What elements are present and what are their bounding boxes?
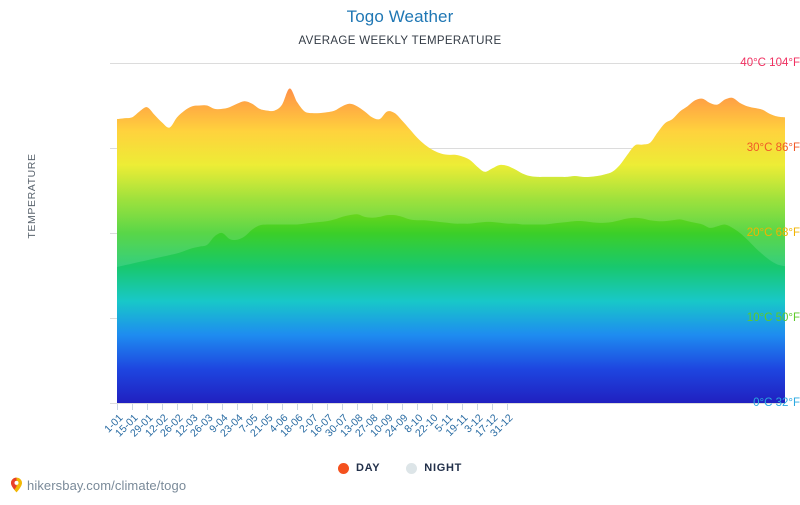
legend-item-night[interactable]: NIGHT xyxy=(406,462,462,474)
footer: hikersbay.com/climate/togo xyxy=(10,477,186,493)
day-marker-icon xyxy=(337,462,349,474)
footer-url: hikersbay.com/climate/togo xyxy=(27,477,187,493)
night-marker-icon xyxy=(406,462,418,474)
y-axis-tick-label: 20°C 68°F xyxy=(746,227,800,239)
map-pin-icon xyxy=(11,477,22,493)
y-axis-tick-label: 40°C 104°F xyxy=(740,57,800,69)
legend-item-day[interactable]: DAY xyxy=(337,462,381,474)
legend-label: NIGHT xyxy=(424,462,463,474)
night-area xyxy=(117,214,785,403)
x-tick-marks xyxy=(117,403,508,410)
legend-label: DAY xyxy=(355,462,381,474)
y-axis-tick-label: 30°C 86°F xyxy=(746,142,800,154)
y-axis-tick-label: 10°C 50°F xyxy=(746,312,800,324)
weather-chart-page: Togo Weather AVERAGE WEEKLY TEMPERATURE … xyxy=(0,0,800,500)
y-axis-tick-label: 0°C 32°F xyxy=(753,397,800,409)
chart-legend: DAY NIGHT xyxy=(0,462,800,474)
